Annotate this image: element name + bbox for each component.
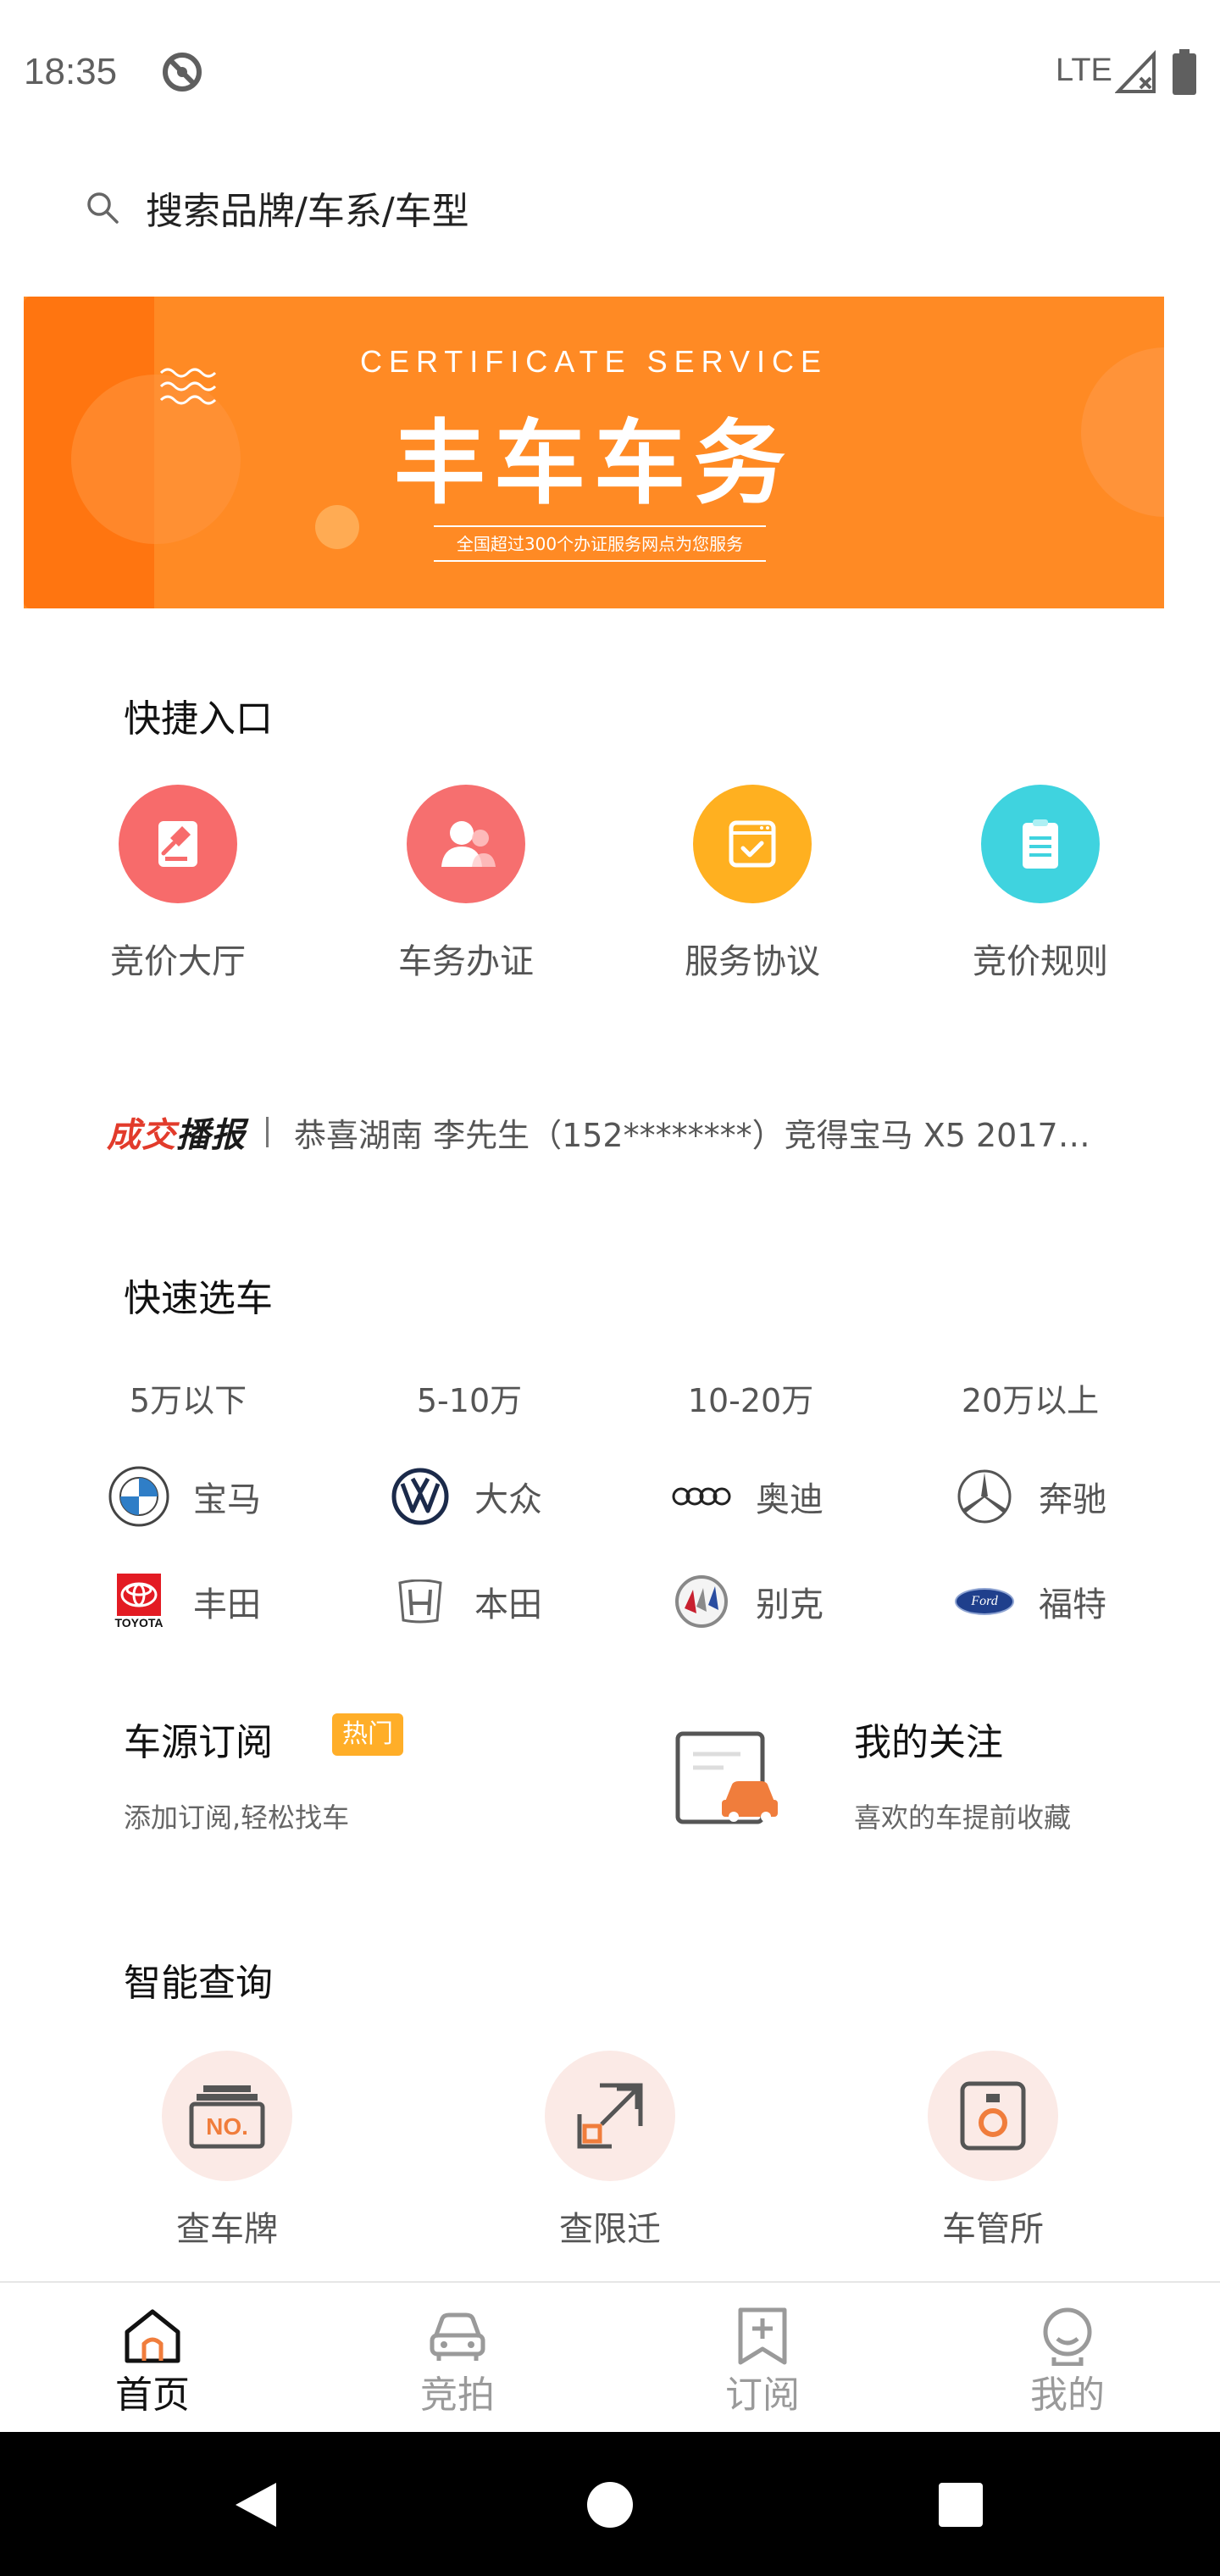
query-label: 车管所 xyxy=(942,2210,1044,2249)
brand-volkswagen[interactable]: 大众 xyxy=(390,1463,542,1530)
quick-entry-bidding-hall[interactable]: 竞价大厅 xyxy=(76,785,280,983)
brand-name: 大众 xyxy=(474,1480,542,1519)
brand-name: 本田 xyxy=(474,1585,542,1624)
sync-off-icon xyxy=(163,53,202,92)
gavel-icon xyxy=(119,785,237,903)
banner-title: 丰车车务 xyxy=(393,411,794,517)
quick-entry-rules[interactable]: 竞价规则 xyxy=(939,785,1142,983)
quick-entry-label: 服务协议 xyxy=(685,942,820,981)
audi-logo-icon xyxy=(671,1466,732,1527)
price-range-under-5[interactable]: 5万以下 xyxy=(78,1374,298,1421)
brand-name: 奔驰 xyxy=(1039,1480,1106,1519)
hot-badge: 热门 xyxy=(332,1713,403,1756)
recent-apps-icon[interactable] xyxy=(939,2483,983,2527)
quick-entry-label: 车务办证 xyxy=(398,942,534,981)
brand-ford[interactable]: Ford 福特 xyxy=(954,1568,1106,1635)
bmw-logo-icon xyxy=(108,1466,169,1527)
quick-entry-title: 快捷入口 xyxy=(124,697,273,741)
profile-icon xyxy=(1043,2307,1092,2366)
back-icon[interactable] xyxy=(232,2479,280,2530)
brand-honda[interactable]: 本田 xyxy=(390,1568,542,1635)
broadcast-badge-part1: 成交 xyxy=(107,1116,176,1155)
search-bar[interactable]: 搜索品牌/车系/车型 xyxy=(85,174,469,242)
broadcast-text: 恭喜湖南 李先生（152********）竞得宝马 X5 2017款 xDriv… xyxy=(294,1116,1094,1154)
buick-logo-icon xyxy=(671,1571,732,1632)
tab-label: 竞拍 xyxy=(420,2373,495,2417)
quick-entry-label: 竞价大厅 xyxy=(110,942,246,981)
subscription-subtitle: 添加订阅,轻松找车 xyxy=(124,1802,350,1834)
promo-banner[interactable]: CERTIFICATE SERVICE 丰车车务 全国超过300个办证服务网点为… xyxy=(24,297,1164,608)
smart-query-title: 智能查询 xyxy=(124,1962,273,2005)
tab-label: 首页 xyxy=(115,2373,190,2417)
signal-icon xyxy=(1115,50,1156,93)
quick-entry-agreement[interactable]: 服务协议 xyxy=(651,785,854,983)
banner-subtitle: 全国超过300个办证服务网点为您服务 xyxy=(434,525,766,562)
status-time: 18:35 xyxy=(24,51,118,92)
user-id-icon xyxy=(407,785,525,903)
agreement-icon xyxy=(693,785,812,903)
tab-auction[interactable]: 竞拍 xyxy=(305,2283,610,2434)
brand-name: 福特 xyxy=(1039,1585,1106,1624)
brand-toyota[interactable]: TOYOTA 丰田 xyxy=(108,1568,261,1635)
favorites-subtitle: 喜欢的车提前收藏 xyxy=(854,1802,1072,1834)
broadcast-badge-part2: 播报 xyxy=(176,1116,246,1155)
query-label: 查车牌 xyxy=(176,2210,278,2249)
quick-entry-certificate[interactable]: 车务办证 xyxy=(364,785,568,983)
subscription-title[interactable]: 车源订阅 xyxy=(124,1712,273,1766)
license-plate-icon: NO. xyxy=(162,2051,292,2181)
volkswagen-logo-icon xyxy=(390,1466,451,1527)
broadcast-badge: 成交播报 xyxy=(107,1108,246,1157)
query-license-plate[interactable]: NO. 查车牌 xyxy=(125,2051,329,2251)
vehicle-office-icon xyxy=(928,2051,1058,2181)
ford-logo-icon: Ford xyxy=(954,1571,1015,1632)
status-bar: 18:35 LTE xyxy=(0,0,1220,144)
brand-name: 别克 xyxy=(756,1585,824,1624)
quick-entry-label: 竞价规则 xyxy=(973,942,1108,981)
price-range-5-10[interactable]: 5-10万 xyxy=(359,1374,580,1421)
favorites-title[interactable]: 我的关注 xyxy=(854,1712,1003,1766)
bottom-tab-bar: 首页 竞拍 订阅 我的 xyxy=(0,2281,1220,2432)
network-type: LTE xyxy=(1056,53,1112,88)
brand-name: 丰田 xyxy=(193,1585,261,1624)
tab-profile[interactable]: 我的 xyxy=(915,2283,1220,2434)
tab-subscribe[interactable]: 订阅 xyxy=(610,2283,915,2434)
quick-select-title: 快速选车 xyxy=(124,1277,273,1320)
brand-bmw[interactable]: 宝马 xyxy=(108,1463,261,1530)
transfer-limit-icon xyxy=(545,2051,675,2181)
search-input[interactable]: 搜索品牌/车系/车型 xyxy=(146,180,469,235)
price-range-10-20[interactable]: 10-20万 xyxy=(640,1374,861,1421)
favorite-car-icon[interactable] xyxy=(673,1729,779,1827)
mercedes-logo-icon xyxy=(954,1466,1015,1527)
home-button-icon[interactable] xyxy=(587,2482,633,2528)
subscribe-icon xyxy=(738,2307,787,2365)
ford-logo-text: Ford xyxy=(955,1588,1014,1615)
toyota-logo-icon: TOYOTA xyxy=(108,1571,169,1632)
deal-broadcast[interactable]: 成交播报 恭喜湖南 李先生（152********）竞得宝马 X5 2017款 … xyxy=(107,1107,1140,1158)
system-nav-bar xyxy=(0,2432,1220,2576)
battery-icon xyxy=(1173,49,1196,95)
brand-buick[interactable]: 别克 xyxy=(671,1568,824,1635)
tab-label: 订阅 xyxy=(725,2373,800,2417)
tab-home[interactable]: 首页 xyxy=(0,2283,305,2434)
search-icon xyxy=(87,192,119,224)
query-label: 查限迁 xyxy=(559,2210,661,2249)
brand-mercedes[interactable]: 奔驰 xyxy=(954,1463,1106,1530)
price-range-over-20[interactable]: 20万以上 xyxy=(920,1374,1140,1421)
rules-icon xyxy=(981,785,1100,903)
toyota-logo-text: TOYOTA xyxy=(114,1616,164,1629)
divider xyxy=(266,1117,269,1147)
honda-logo-icon xyxy=(390,1571,451,1632)
query-vehicle-office[interactable]: 车管所 xyxy=(891,2051,1095,2251)
car-icon xyxy=(430,2312,485,2361)
brand-audi[interactable]: 奥迪 xyxy=(671,1463,824,1530)
home-icon xyxy=(125,2309,180,2363)
tab-label: 我的 xyxy=(1030,2373,1105,2417)
brand-name: 宝马 xyxy=(193,1480,261,1519)
brand-name: 奥迪 xyxy=(756,1480,824,1519)
plate-text: NO. xyxy=(206,2113,248,2140)
query-transfer-limit[interactable]: 查限迁 xyxy=(508,2051,712,2251)
banner-english-title: CERTIFICATE SERVICE xyxy=(359,344,829,379)
